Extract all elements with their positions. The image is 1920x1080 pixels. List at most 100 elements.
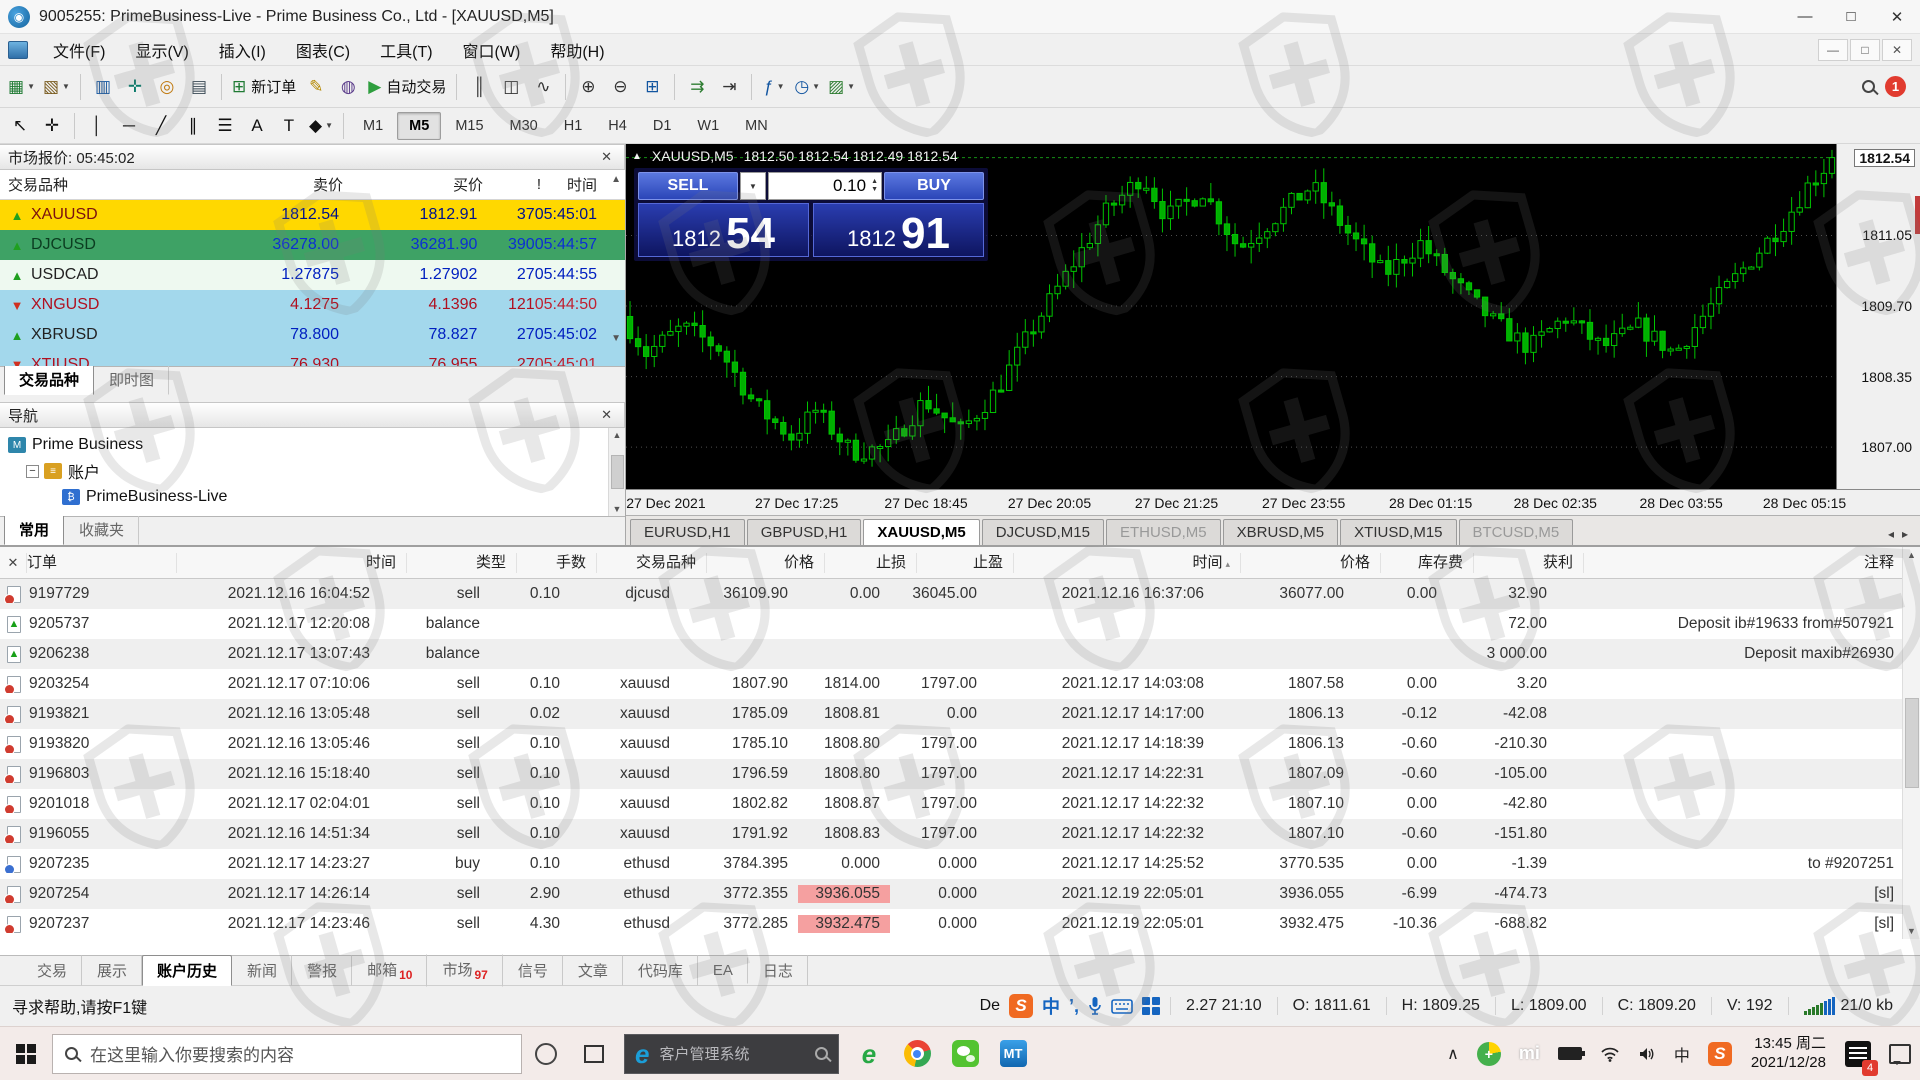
chart-tab-GBPUSD,H1[interactable]: GBPUSD,H1 xyxy=(746,519,862,545)
terminal-button[interactable]: ▤ xyxy=(184,72,214,102)
menu-item[interactable]: 图表(C) xyxy=(281,33,365,67)
taskbar-search-box[interactable]: 在这里输入你要搜索的内容 xyxy=(52,1033,522,1074)
terminal-column-header[interactable]: 时间 xyxy=(176,552,406,573)
navigator-tab[interactable]: 收藏夹 xyxy=(64,514,140,545)
market-watch-row-XTIUSD[interactable]: ▼ XTIUSD 76.930 76.955 27 05:45:01 xyxy=(0,350,625,366)
ime-language-toggle[interactable]: 中 xyxy=(1042,993,1060,1019)
keyboard-icon[interactable] xyxy=(1111,998,1133,1014)
terminal-column-header[interactable]: 库存费 xyxy=(1380,552,1473,573)
scroll-down-icon[interactable]: ▼ xyxy=(613,504,622,514)
taskbar-clock[interactable]: 13:45 周二 2021/12/28 xyxy=(1741,1035,1836,1073)
market-watch-row-XBRUSD[interactable]: ▲ XBRUSD 78.800 78.827 27 05:45:02 xyxy=(0,320,625,350)
market-watch-tab[interactable]: 交易品种 xyxy=(4,364,95,395)
candlestick-mode-button[interactable]: ◫ xyxy=(496,72,526,102)
terminal-column-header[interactable]: 类型 xyxy=(406,552,516,573)
market-watch-close-icon[interactable]: ✕ xyxy=(597,149,616,165)
taskbar-chrome-button[interactable] xyxy=(893,1027,941,1080)
volume-input[interactable]: 0.10 ▲ ▼ xyxy=(768,172,882,200)
order-row-9203254[interactable]: 9203254 2021.12.17 07:10:06 sell 0.10 xauusd… xyxy=(0,669,1920,699)
menu-item[interactable]: 帮助(H) xyxy=(535,33,619,67)
antivirus-360-icon[interactable]: + xyxy=(1468,1027,1510,1080)
market-watch-tab[interactable]: 即时图 xyxy=(94,364,170,395)
terminal-column-header[interactable]: 止损 xyxy=(824,552,916,573)
tray-language-indicator[interactable]: 中 xyxy=(1665,1027,1699,1080)
chart-tab-DJCUSD,M15[interactable]: DJCUSD,M15 xyxy=(981,519,1104,545)
chart-window-icon[interactable] xyxy=(8,40,28,59)
child-minimize-button[interactable]: — xyxy=(1818,38,1848,61)
new-chart-button[interactable]: ▦ ▼ xyxy=(5,72,38,102)
child-restore-button[interactable]: □ xyxy=(1850,38,1880,61)
text-button[interactable]: A xyxy=(242,111,272,141)
mw-column-header[interactable]: 卖价 xyxy=(205,174,343,195)
chart-shift-button[interactable]: ⇥ xyxy=(714,72,744,102)
timeframe-M15-button[interactable]: M15 xyxy=(443,112,495,140)
chart-tab-XBRUSD,M5[interactable]: XBRUSD,M5 xyxy=(1222,519,1339,545)
tabs-scroll-left-icon[interactable]: ◂ xyxy=(1888,527,1894,541)
terminal-tab[interactable]: EA xyxy=(698,957,748,984)
order-row-9193821[interactable]: 9193821 2021.12.16 13:05:48 sell 0.02 xauusd… xyxy=(0,699,1920,729)
timeframe-M1-button[interactable]: M1 xyxy=(351,112,395,140)
order-row-9196803[interactable]: 9196803 2021.12.16 15:18:40 sell 0.10 xauusd… xyxy=(0,759,1920,789)
minimize-button[interactable]: — xyxy=(1782,0,1828,33)
order-row-9196055[interactable]: 9196055 2021.12.16 14:51:34 sell 0.10 xauusd… xyxy=(0,819,1920,849)
sogou-icon[interactable]: S xyxy=(1009,994,1034,1018)
child-close-button[interactable]: ✕ xyxy=(1882,38,1912,61)
order-row-9201018[interactable]: 9201018 2021.12.17 02:04:01 sell 0.10 xauusd… xyxy=(0,789,1920,819)
scroll-up-icon[interactable]: ▲ xyxy=(613,430,622,440)
close-button[interactable]: ✕ xyxy=(1874,0,1920,33)
terminal-tab[interactable]: 邮箱 10 xyxy=(352,954,428,987)
chart-tab-ETHUSD,M5[interactable]: ETHUSD,M5 xyxy=(1105,519,1221,545)
horizontal-line-button[interactable]: ─ xyxy=(114,111,144,141)
restore-button[interactable]: □ xyxy=(1828,0,1874,33)
bar-chart-mode-button[interactable]: ║ xyxy=(464,72,494,102)
collapse-expander-icon[interactable]: − xyxy=(26,464,39,478)
ime-menu-icon[interactable] xyxy=(1142,997,1161,1015)
pinned-window-crm[interactable]: e 客户管理系统 xyxy=(624,1033,839,1074)
terminal-tab[interactable]: 市场 97 xyxy=(427,954,503,987)
metaeditor-button[interactable]: ✎ xyxy=(301,72,331,102)
buy-button[interactable]: BUY xyxy=(884,172,984,200)
terminal-tab[interactable]: 信号 xyxy=(503,955,563,986)
terminal-tab[interactable]: 账户历史 xyxy=(142,955,233,986)
tree-item-broker[interactable]: M Prime Business xyxy=(0,432,625,458)
task-view-button[interactable] xyxy=(570,1027,618,1080)
taskbar-wechat-button[interactable] xyxy=(941,1027,989,1080)
trendline-button[interactable]: ╱ xyxy=(146,111,176,141)
scroll-down-icon[interactable]: ▼ xyxy=(1907,926,1916,936)
zoom-out-button[interactable]: ⊖ xyxy=(605,72,635,102)
text-label-button[interactable]: T xyxy=(274,111,304,141)
zoom-in-button[interactable]: ⊕ xyxy=(573,72,603,102)
tray-expand-icon[interactable]: ∧ xyxy=(1438,1027,1468,1080)
terminal-column-header[interactable]: 订单 xyxy=(26,552,176,573)
market-watch-row-USDCAD[interactable]: ▲ USDCAD 1.27875 1.27902 27 05:44:55 xyxy=(0,260,625,290)
line-chart-mode-button[interactable]: ∿ xyxy=(528,72,558,102)
terminal-column-header[interactable]: 手数 xyxy=(516,552,596,573)
scroll-thumb[interactable] xyxy=(610,455,624,489)
tabs-scroll-right-icon[interactable]: ▸ xyxy=(1902,527,1908,541)
sell-button[interactable]: SELL xyxy=(638,172,738,200)
terminal-tab[interactable]: 新闻 xyxy=(232,955,293,986)
chart-tab-XAUUSD,M5[interactable]: XAUUSD,M5 xyxy=(863,519,980,545)
templates-button[interactable]: ▨ ▼ xyxy=(825,72,858,102)
tile-windows-button[interactable]: ⊞ xyxy=(637,72,667,102)
tree-item-account-live[interactable]: ₿ PrimeBusiness-Live xyxy=(0,484,625,510)
terminal-scrollbar[interactable]: ▲ ▼ xyxy=(1902,547,1920,939)
start-button[interactable] xyxy=(0,1027,52,1080)
profiles-button[interactable]: ▧ ▼ xyxy=(40,72,73,102)
volume-stepper[interactable]: ▲ ▼ xyxy=(871,178,878,195)
market-watch-row-DJCUSD[interactable]: ▲ DJCUSD 36278.00 36281.90 390 05:44:57 xyxy=(0,230,625,260)
chart-tab-XTIUSD,M15[interactable]: XTIUSD,M15 xyxy=(1340,519,1457,545)
periods-button[interactable]: ◷ ▼ xyxy=(791,72,823,102)
tree-item-accounts[interactable]: − ≡ 账户 xyxy=(0,458,625,484)
scroll-thumb[interactable] xyxy=(1904,698,1919,788)
timeframe-H1-button[interactable]: H1 xyxy=(552,112,595,140)
terminal-column-header[interactable]: 价格 xyxy=(706,552,824,573)
terminal-column-header[interactable]: 交易品种 xyxy=(596,552,706,573)
market-watch-row-XAUUSD[interactable]: ▲ XAUUSD 1812.54 1812.91 37 05:45:01 xyxy=(0,200,625,230)
terminal-column-header[interactable]: 注释 xyxy=(1583,552,1920,573)
market-watch-row-XNGUSD[interactable]: ▼ XNGUSD 4.1275 4.1396 121 05:44:50 xyxy=(0,290,625,320)
navigator-button[interactable]: ◎ xyxy=(152,72,182,102)
navigator-tab[interactable]: 常用 xyxy=(4,514,65,545)
buy-price-display[interactable]: 1812 91 xyxy=(813,203,984,257)
cortana-button[interactable] xyxy=(522,1027,570,1080)
